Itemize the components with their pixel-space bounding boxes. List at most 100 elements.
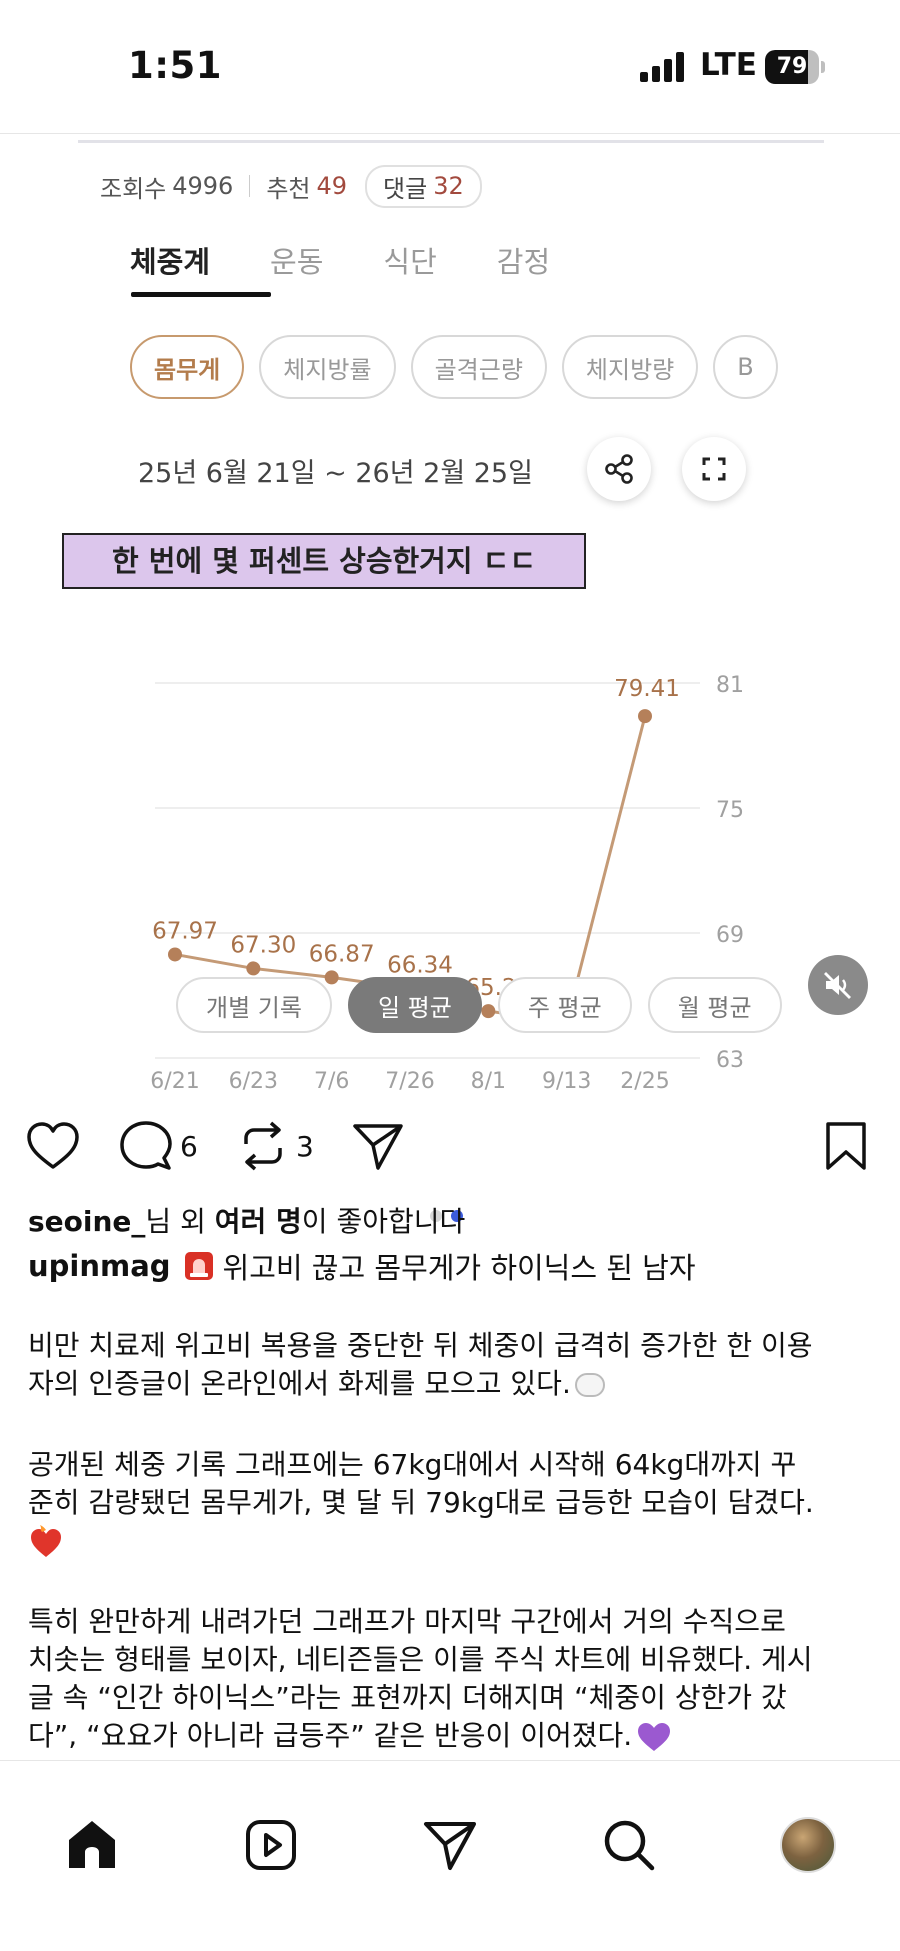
messages-icon — [424, 1822, 476, 1870]
category-tabs: 체중계 운동 식단 감정 — [130, 235, 610, 295]
chip-muscle-mass[interactable]: 골격근량 — [410, 335, 547, 399]
fullscreen-icon — [702, 457, 726, 481]
post-actions: 6 3 — [26, 1118, 876, 1174]
body-line: 비만 치료제 위고비 복용을 중단한 뒤 체중이 급격히 증가한 한 이용 — [28, 1329, 813, 1362]
individual-record-button[interactable]: 개별 기록 — [176, 977, 332, 1033]
body-line: 글 속 “인간 하이닉스”라는 표현까지 더해지며 “체중이 상한가 갔 — [28, 1681, 787, 1714]
reels-icon — [246, 1820, 296, 1870]
signal-icon — [640, 52, 684, 82]
x-tick-label: 6/21 — [150, 1069, 199, 1094]
comment-button[interactable]: 6 — [120, 1118, 198, 1174]
recommend-label: 추천 — [266, 174, 311, 203]
views-label: 조회수 — [100, 174, 167, 203]
average-toggle: 개별 기록 일 평균 주 평균 월 평균 — [176, 977, 798, 1035]
y-tick-label: 81 — [716, 673, 744, 698]
stats-separator — [249, 175, 251, 197]
tab-scale[interactable]: 체중계 — [130, 235, 210, 295]
post-image[interactable]: 조회수 4996 추천 49 댓글 32 체중계 운동 식단 감정 몸무게 체지… — [0, 135, 900, 1222]
search-icon — [604, 1820, 655, 1871]
body-paragraph-3: 특히 완만하게 내려가던 그래프가 마지막 구간에서 거의 수직으로 치솟는 형… — [28, 1603, 878, 1755]
post-stats: 조회수 4996 추천 49 댓글 32 — [100, 164, 482, 208]
body-line: 치솟는 형태를 보이자, 네티즌들은 이를 주식 차트에 비유했다. 게시 — [28, 1643, 813, 1676]
views-value: 4996 — [172, 172, 234, 200]
x-tick-label: 8/1 — [471, 1069, 506, 1094]
thought-bubble-icon — [574, 1373, 605, 1397]
monthly-average-button[interactable]: 월 평균 — [647, 977, 782, 1033]
y-tick-label: 75 — [716, 798, 744, 823]
battery-icon: 79 — [765, 50, 825, 84]
chip-body-fat-mass[interactable]: 체지방량 — [561, 335, 699, 399]
tab-exercise[interactable]: 운동 — [270, 235, 323, 295]
share-button[interactable] — [587, 437, 651, 501]
chip-more[interactable]: B — [713, 335, 778, 399]
nav-reels[interactable] — [241, 1815, 301, 1875]
send-button[interactable] — [352, 1118, 404, 1174]
fullscreen-button[interactable] — [682, 437, 746, 501]
y-tick-label: 63 — [716, 1048, 744, 1073]
daily-average-button[interactable]: 일 평균 — [347, 977, 482, 1033]
heart-fire-icon — [28, 1524, 878, 1570]
nav-profile[interactable] — [778, 1815, 838, 1875]
weekly-average-button[interactable]: 주 평균 — [497, 977, 632, 1033]
bookmark-button[interactable] — [824, 1118, 868, 1174]
liked-by-others[interactable]: 여러 명 — [215, 1205, 302, 1238]
x-tick-label: 6/23 — [229, 1069, 278, 1094]
body-line-text: 자의 인증글이 온라인에서 화제를 모으고 있다. — [28, 1367, 571, 1400]
status-bar: 1:51 LTE 79 — [0, 0, 900, 134]
data-point — [246, 961, 261, 976]
body-line: 특히 완만하게 내려가던 그래프가 마지막 구간에서 거의 수직으로 — [28, 1605, 786, 1638]
data-label: 66.87 — [309, 941, 375, 967]
send-icon — [353, 1124, 403, 1170]
data-label: 66.34 — [387, 952, 453, 978]
y-tick-label: 69 — [716, 923, 744, 948]
x-tick-label: 9/13 — [542, 1069, 591, 1094]
x-tick-label: 7/6 — [314, 1069, 349, 1094]
x-tick-label: 2/25 — [620, 1069, 669, 1094]
post-headline: 위고비 끊고 몸무게가 하이닉스 된 남자 — [222, 1251, 696, 1285]
status-time: 1:51 — [128, 44, 223, 87]
divider — [78, 140, 824, 143]
nav-home[interactable] — [62, 1815, 122, 1875]
tab-emotion[interactable]: 감정 — [497, 235, 550, 295]
x-tick-label: 7/26 — [385, 1069, 434, 1094]
body-line: 준히 감량됐던 몸무게가, 몇 달 뒤 79kg대로 급등한 모습이 담겼다. — [28, 1486, 814, 1519]
heart-icon — [27, 1122, 79, 1169]
likes-suffix: 이 좋아합니다 — [301, 1205, 466, 1238]
metric-chips: 몸무게 체지방률 골격근량 체지방량 B — [130, 335, 785, 405]
liked-by-user[interactable]: seoine_ — [28, 1205, 145, 1238]
profile-avatar — [780, 1817, 836, 1873]
like-button[interactable] — [26, 1118, 80, 1174]
body-line-text: 다”, “요요가 아니라 급등주” 같은 반응이 이어졌다. — [28, 1719, 633, 1752]
post-username[interactable]: upinmag — [28, 1249, 171, 1283]
data-label: 67.97 — [152, 918, 218, 944]
likes-summary[interactable]: seoine_님 외 여러 명이 좋아합니다 — [28, 1200, 465, 1240]
network-type: LTE — [700, 47, 757, 83]
data-label: 67.30 — [230, 932, 296, 958]
active-tab-underline — [131, 292, 271, 297]
chip-body-fat-rate[interactable]: 체지방률 — [259, 335, 396, 399]
siren-icon — [184, 1252, 213, 1280]
recommend-value: 49 — [316, 172, 348, 200]
data-point — [638, 709, 652, 724]
share-icon — [605, 454, 633, 484]
comment-pill: 댓글 32 — [365, 164, 482, 208]
chip-weight[interactable]: 몸무게 — [130, 335, 245, 399]
body-line: 공개된 체중 기록 그래프에는 67kg대에서 시작해 64kg대까지 꾸 — [28, 1448, 797, 1481]
repost-count: 3 — [296, 1129, 314, 1163]
nav-search[interactable] — [599, 1815, 659, 1875]
body-paragraph-2: 공개된 체중 기록 그래프에는 67kg대에서 시작해 64kg대까지 꾸 준히… — [28, 1446, 878, 1570]
repost-button[interactable]: 3 — [238, 1118, 314, 1174]
purple-heart-icon — [638, 1723, 671, 1751]
nav-messages[interactable] — [420, 1815, 480, 1875]
mute-button[interactable] — [808, 955, 868, 1015]
battery-percent: 79 — [776, 54, 808, 79]
comment-value: 32 — [433, 172, 464, 200]
mute-icon — [824, 972, 851, 999]
bookmark-icon — [826, 1122, 866, 1170]
tab-diet[interactable]: 식단 — [383, 235, 436, 295]
data-label: 79.41 — [614, 676, 680, 702]
body-line: 다”, “요요가 아니라 급등주” 같은 반응이 이어졌다. — [28, 1717, 878, 1755]
home-icon — [69, 1821, 115, 1868]
bottom-navigation — [0, 1760, 900, 1951]
body-line: 자의 인증글이 온라인에서 화제를 모으고 있다. — [28, 1365, 878, 1403]
